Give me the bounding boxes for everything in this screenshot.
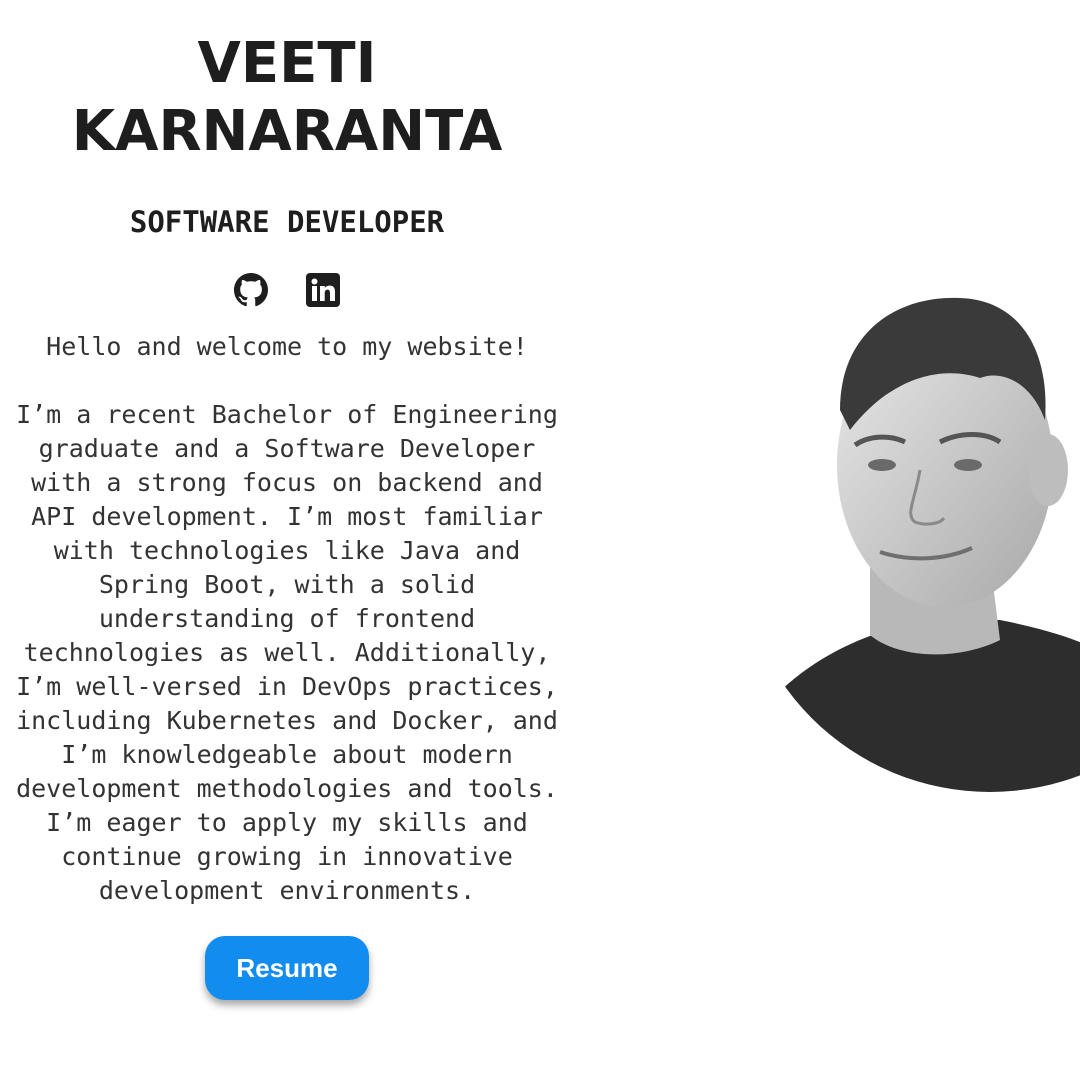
github-icon [234,273,268,307]
name-last: KARNARANTA [71,99,503,164]
about-text: I’m a recent Bachelor of Engineering gra… [16,400,558,905]
page-title: VEETI KARNARANTA [0,30,574,166]
intro-section: VEETI KARNARANTA SOFTWARE DEVELOPER Hell… [0,0,574,1000]
linkedin-link[interactable] [305,272,341,308]
greeting-text: Hello and welcome to my website! [46,332,528,361]
social-links [0,272,574,308]
job-title: SOFTWARE DEVELOPER [129,205,445,239]
name-first: VEETI [197,31,377,96]
linkedin-icon [306,273,340,307]
resume-button[interactable]: Resume [205,936,369,1000]
github-link[interactable] [233,272,269,308]
page: VEETI KARNARANTA SOFTWARE DEVELOPER Hell… [0,0,1080,1080]
profile-photo [738,288,1080,792]
